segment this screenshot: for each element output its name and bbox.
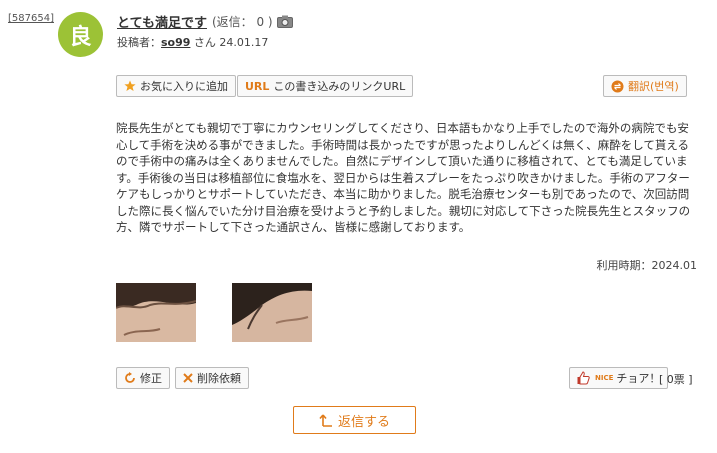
camera-icon (276, 15, 293, 28)
add-favorite-label: お気に入りに追加 (140, 80, 228, 93)
author-suffix: さん (193, 36, 216, 49)
url-tag: URL (245, 79, 270, 93)
avatar: 良 (58, 12, 103, 57)
delete-request-button[interactable]: 削除依頼 (175, 367, 249, 389)
post-meta: 投稿者：so99 さん 24.01.17 (117, 34, 268, 50)
nice-button[interactable]: NICE チョア！ (569, 367, 669, 389)
post-title[interactable]: とても満足です (117, 12, 207, 31)
post-id[interactable]: [587654] (8, 13, 54, 24)
nice-count: [ 0票 ] (659, 373, 693, 386)
post-photo-2[interactable] (232, 283, 312, 342)
post-link-label: この書き込みのリンクURL (273, 80, 406, 93)
post-photo-1[interactable] (116, 283, 196, 342)
hand-icon (577, 371, 591, 385)
post-body: 院長先生がとても親切で丁寧にカウンセリングしてくださり、日本語もかなり上手でした… (116, 121, 691, 234)
reply-count: (返信： 0 ) (211, 15, 273, 29)
translate-label: 翻訳(번역) (628, 80, 679, 93)
author-label: 投稿者： (117, 36, 161, 49)
usage-period: 利用時期：2024.01 (596, 259, 698, 272)
post-link-button[interactable]: URL この書き込みのリンクURL (237, 75, 414, 97)
edit-label: 修正 (140, 372, 162, 385)
edit-button[interactable]: 修正 (116, 367, 170, 389)
nice-tag: NICE (595, 374, 614, 382)
author-link[interactable]: so99 (161, 36, 190, 49)
star-icon (124, 80, 136, 92)
translate-button[interactable]: 翻訳(번역) (603, 75, 687, 97)
reply-arrow-icon (319, 413, 333, 427)
reply-label: 返信する (337, 414, 390, 430)
translate-icon (611, 80, 624, 93)
add-favorite-button[interactable]: お気に入りに追加 (116, 75, 236, 97)
refresh-icon (124, 372, 136, 384)
title-row: とても満足です (返信： 0 ) (117, 12, 293, 31)
delete-request-label: 削除依頼 (197, 372, 241, 385)
reply-button[interactable]: 返信する (293, 406, 416, 434)
close-icon (183, 373, 193, 383)
nice-label: チョア！ (616, 372, 661, 385)
post-date: 24.01.17 (219, 36, 269, 49)
